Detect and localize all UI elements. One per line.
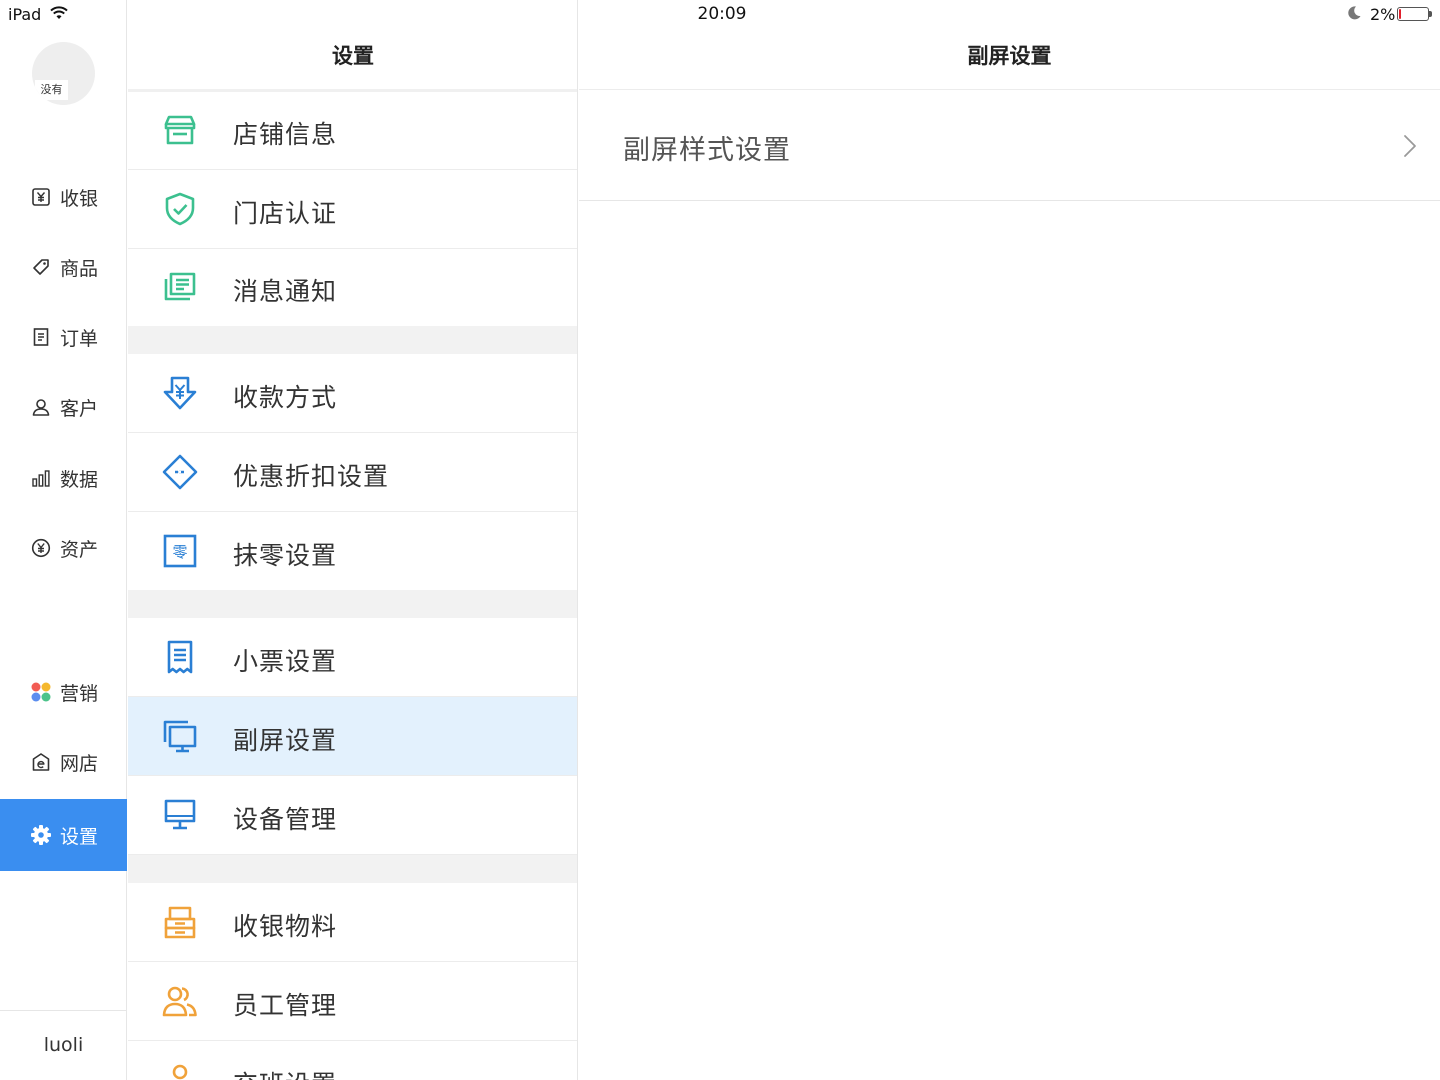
person-pin-icon	[162, 1062, 198, 1080]
username[interactable]: luoli	[0, 1010, 127, 1080]
main-sidebar: 没有 收银 商品 订单 客户 数据 资产 营销 网店 设置 luoli	[0, 0, 127, 1080]
document-icon	[30, 326, 52, 348]
menu-item-staff-management[interactable]: 员工管理	[128, 962, 577, 1041]
bar-chart-icon	[30, 467, 52, 489]
status-bar: iPad 20:09 2%	[0, 0, 1440, 30]
menu-item-cashier-materials[interactable]: 收银物料	[128, 883, 577, 962]
sidebar-item-products[interactable]: 商品	[0, 232, 127, 302]
menu-item-label: 收款方式	[233, 383, 338, 412]
sidebar-item-label: 网店	[60, 752, 99, 775]
tag-icon	[30, 256, 52, 278]
coupon-icon	[162, 454, 198, 490]
menu-item-label: 抹零设置	[233, 541, 338, 570]
settings-menu-panel: 设置 店铺信息 门店认证 消息通知 收款方式 优惠折扣设置 零 抹零设置 小票设…	[128, 0, 578, 1080]
battery-percent: 2%	[1370, 5, 1396, 24]
menu-item-secondary-screen-settings[interactable]: 副屏设置	[128, 697, 577, 776]
menu-item-device-management[interactable]: 设备管理	[128, 776, 577, 855]
menu-item-label: 优惠折扣设置	[233, 462, 390, 491]
battery-icon	[1397, 7, 1432, 21]
secondary-screen-style-row[interactable]: 副屏样式设置	[579, 90, 1440, 201]
detail-panel: 副屏设置 副屏样式设置	[579, 0, 1440, 1080]
yuan-arrow-icon	[162, 375, 198, 411]
menu-item-label: 交班设置	[233, 1065, 337, 1080]
menu-item-label: 副屏设置	[233, 726, 338, 755]
yuan-box-icon	[30, 186, 52, 208]
menu-item-discount-settings[interactable]: 优惠折扣设置	[128, 433, 577, 512]
sidebar-item-label: 收银	[60, 187, 99, 210]
sidebar-item-data[interactable]: 数据	[0, 443, 127, 513]
avatar-text: 没有	[35, 80, 68, 100]
menu-item-notifications[interactable]: 消息通知	[128, 248, 577, 327]
e-shop-icon	[30, 751, 52, 773]
menu-item-label: 门店认证	[233, 199, 338, 228]
menu-item-label: 小票设置	[233, 647, 338, 676]
menu-item-label: 店铺信息	[233, 120, 338, 149]
dual-screen-icon	[162, 718, 198, 754]
menu-item-label: 设备管理	[233, 805, 338, 834]
group-separator	[128, 855, 577, 883]
receipt-icon	[162, 639, 198, 675]
sidebar-item-orders[interactable]: 订单	[0, 302, 127, 372]
monitor-icon	[162, 797, 198, 833]
menu-item-label: 员工管理	[233, 991, 338, 1020]
sidebar-item-customers[interactable]: 客户	[0, 372, 127, 442]
group-separator	[128, 590, 577, 618]
sidebar-item-label: 客户	[60, 397, 99, 420]
menu-item-shift-settings[interactable]: 交班设置	[128, 1041, 577, 1080]
sidebar-item-label: 数据	[60, 468, 99, 491]
store-icon	[162, 112, 198, 148]
battery-level	[1399, 9, 1401, 19]
person-icon	[30, 396, 52, 418]
settings-menu-title: 设置	[332, 44, 374, 68]
clock: 20:09	[697, 4, 747, 24]
moon-icon	[1346, 5, 1362, 25]
colorful-grid-icon	[30, 681, 52, 703]
zero-box-text: 零	[172, 543, 187, 561]
menu-item-payment-methods[interactable]: 收款方式	[128, 354, 577, 433]
menu-item-rounding-settings[interactable]: 零 抹零设置	[128, 512, 577, 591]
sidebar-item-label: 营销	[60, 682, 99, 705]
shield-check-icon	[162, 191, 198, 227]
sidebar-item-label: 订单	[60, 327, 99, 350]
people-icon	[162, 983, 198, 1019]
sidebar-item-marketing[interactable]: 营销	[0, 657, 127, 727]
group-separator	[128, 326, 577, 354]
menu-item-store-info[interactable]: 店铺信息	[128, 91, 577, 170]
sidebar-item-assets[interactable]: 资产	[0, 513, 127, 583]
message-icon	[162, 269, 198, 305]
menu-item-receipt-settings[interactable]: 小票设置	[128, 618, 577, 697]
menu-item-label: 消息通知	[233, 277, 338, 306]
sidebar-item-settings[interactable]: 设置	[0, 799, 127, 871]
sidebar-item-cashier[interactable]: 收银	[0, 162, 127, 232]
chevron-right-icon	[1403, 134, 1417, 162]
row-label: 副屏样式设置	[623, 135, 791, 166]
menu-item-label: 收银物料	[233, 912, 338, 941]
zero-box-icon: 零	[162, 533, 198, 569]
yuan-circle-icon	[30, 537, 52, 559]
sidebar-item-online-store[interactable]: 网店	[0, 727, 127, 797]
sidebar-item-label: 商品	[60, 257, 99, 280]
detail-title: 副屏设置	[967, 44, 1052, 68]
app-screen: iPad 20:09 2% 没有 收银 商品 订单 客户 数据 资产 营销 网店…	[0, 0, 1440, 1080]
sidebar-item-label: 设置	[60, 825, 99, 848]
printer-box-icon	[162, 904, 198, 940]
menu-item-store-verification[interactable]: 门店认证	[128, 170, 577, 249]
sidebar-item-label: 资产	[60, 538, 99, 561]
avatar[interactable]: 没有	[32, 42, 95, 105]
gear-icon	[30, 824, 52, 846]
